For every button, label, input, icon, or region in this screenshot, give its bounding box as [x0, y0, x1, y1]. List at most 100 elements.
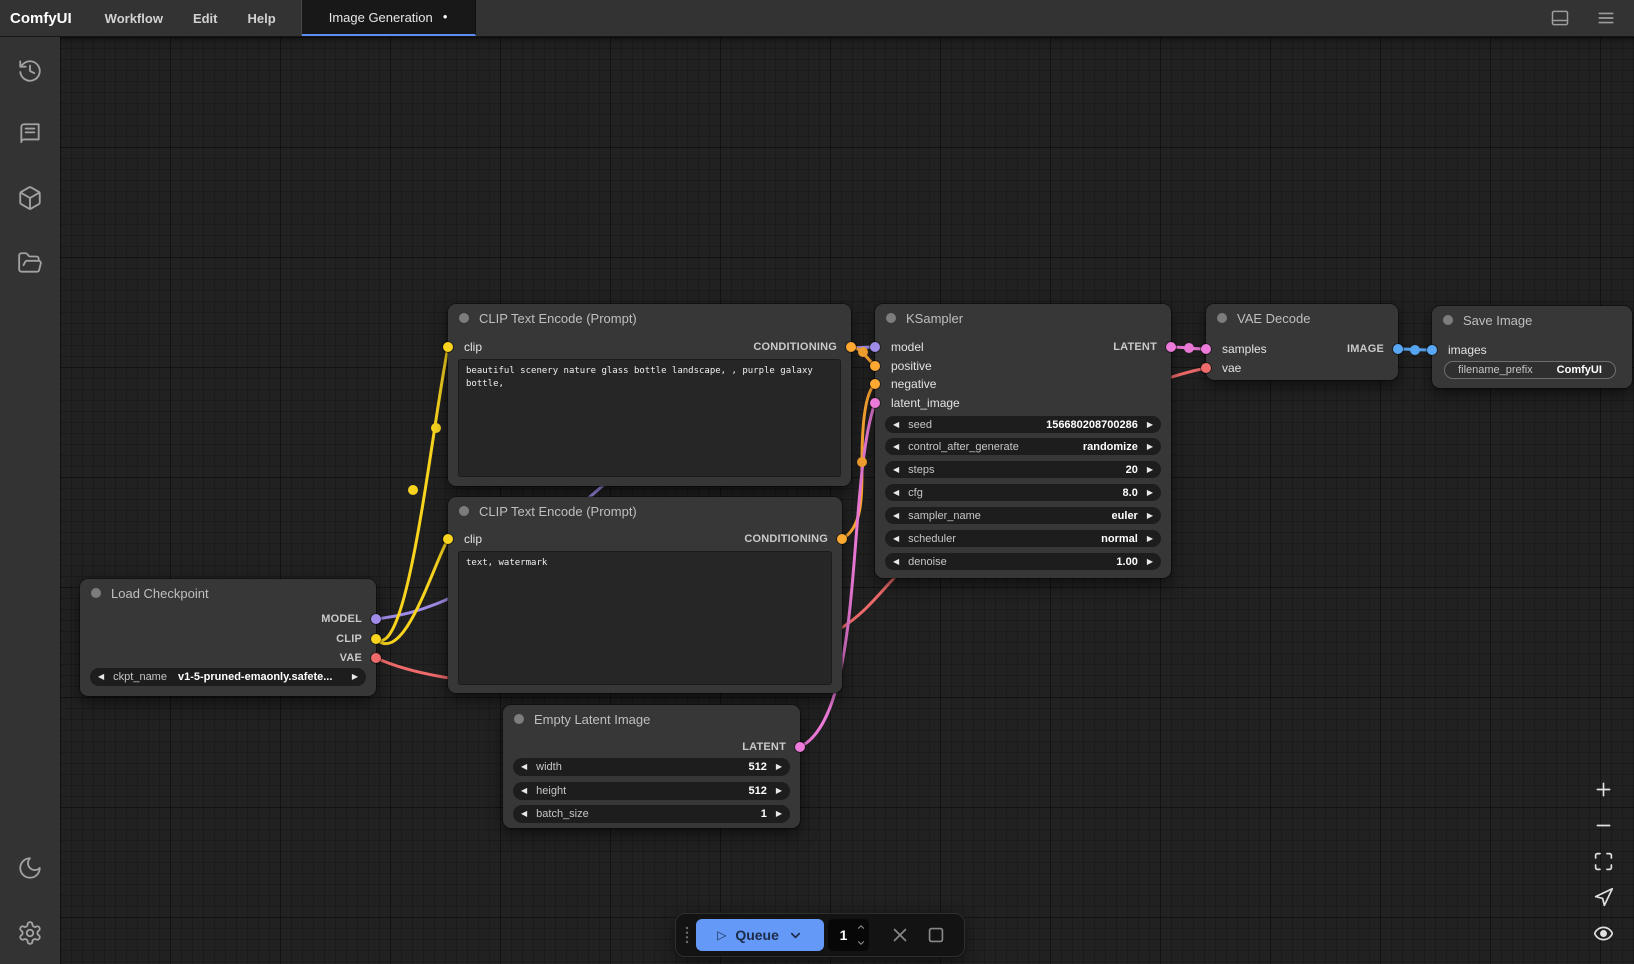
output-pin-conditioning[interactable] [846, 342, 856, 352]
widget-value[interactable]: 1 [761, 808, 767, 820]
input-pin-vae[interactable] [1201, 363, 1211, 373]
bottom-panel-icon[interactable] [1550, 8, 1570, 28]
prompt-textarea[interactable]: beautiful scenery nature glass bottle la… [458, 359, 841, 477]
node-library-icon[interactable] [17, 121, 43, 147]
prev-value-icon[interactable]: ◀ [893, 443, 899, 451]
next-value-icon[interactable]: ▶ [1147, 489, 1153, 497]
output-pin-vae[interactable] [371, 653, 381, 663]
fit-view-icon[interactable] [1593, 851, 1614, 872]
next-value-icon[interactable]: ▶ [776, 763, 782, 771]
zoom-out-icon[interactable] [1593, 815, 1614, 836]
node-header[interactable]: CLIP Text Encode (Prompt) [448, 497, 842, 525]
toggle-link-visibility-eye-icon[interactable] [1593, 923, 1614, 944]
chevron-down-icon[interactable] [788, 928, 803, 943]
node-load-checkpoint[interactable]: Load Checkpoint MODEL CLIP VAE ◀ ckpt_na… [80, 579, 376, 696]
output-pin-model[interactable] [371, 614, 381, 624]
menu-workflow[interactable]: Workflow [90, 0, 178, 36]
prev-value-icon[interactable]: ◀ [98, 673, 104, 681]
stepper-up-icon[interactable] [856, 922, 866, 932]
prev-value-icon[interactable]: ◀ [893, 466, 899, 474]
next-value-icon[interactable]: ▶ [352, 673, 358, 681]
prev-value-icon[interactable]: ◀ [521, 763, 527, 771]
widget-scheduler[interactable]: ◀ scheduler normal ▶ [885, 530, 1161, 547]
widget-cfg[interactable]: ◀ cfg 8.0 ▶ [885, 484, 1161, 501]
prev-value-icon[interactable]: ◀ [893, 512, 899, 520]
node-header[interactable]: CLIP Text Encode (Prompt) [448, 304, 851, 332]
clear-queue-icon[interactable] [889, 924, 911, 946]
widget-seed[interactable]: ◀ seed 156680208700286 ▶ [885, 416, 1161, 433]
node-canvas[interactable] [60, 37, 1634, 964]
next-value-icon[interactable]: ▶ [776, 810, 782, 818]
next-value-icon[interactable]: ▶ [1147, 421, 1153, 429]
zoom-in-icon[interactable] [1593, 779, 1614, 800]
widget-value[interactable]: 512 [748, 761, 766, 773]
next-value-icon[interactable]: ▶ [1147, 512, 1153, 520]
next-value-icon[interactable]: ▶ [1147, 535, 1153, 543]
node-header[interactable]: Empty Latent Image [503, 705, 800, 733]
next-value-icon[interactable]: ▶ [776, 787, 782, 795]
input-pin-clip[interactable] [443, 534, 453, 544]
prev-value-icon[interactable]: ◀ [893, 535, 899, 543]
menu-help[interactable]: Help [233, 0, 291, 36]
queue-button[interactable]: ▷ Queue [696, 919, 824, 951]
widget-sampler-name[interactable]: ◀ sampler_name euler ▶ [885, 507, 1161, 524]
widget-control-after-generate[interactable]: ◀ control_after_generate randomize ▶ [885, 438, 1161, 455]
widget-value[interactable]: 1.00 [1116, 556, 1137, 568]
workflow-history-icon[interactable] [17, 58, 43, 84]
tab-image-generation[interactable]: Image Generation ● [302, 0, 476, 36]
widget-value[interactable]: 512 [748, 785, 766, 797]
input-pin-samples[interactable] [1201, 344, 1211, 354]
input-pin-latent-image[interactable] [870, 398, 880, 408]
node-clip-text-encode-positive[interactable]: CLIP Text Encode (Prompt) clip CONDITION… [448, 304, 851, 486]
node-ksampler[interactable]: KSampler model positive negative latent_… [875, 304, 1171, 578]
batch-count-input[interactable]: 1 [828, 919, 869, 951]
widget-value[interactable]: normal [1101, 533, 1138, 545]
node-empty-latent-image[interactable]: Empty Latent Image LATENT ◀ width 512 ▶ … [503, 705, 800, 828]
widget-value[interactable]: ComfyUI [1557, 364, 1602, 376]
menu-edit[interactable]: Edit [178, 0, 233, 36]
prev-value-icon[interactable]: ◀ [893, 558, 899, 566]
prompt-textarea[interactable]: text, watermark [458, 551, 832, 685]
output-pin-latent[interactable] [1166, 342, 1176, 352]
widget-steps[interactable]: ◀ steps 20 ▶ [885, 461, 1161, 478]
input-pin-clip[interactable] [443, 342, 453, 352]
widget-height[interactable]: ◀ height 512 ▶ [513, 782, 790, 800]
drag-handle-icon[interactable] [680, 923, 694, 947]
input-pin-negative[interactable] [870, 379, 880, 389]
input-pin-images[interactable] [1427, 345, 1437, 355]
widget-value[interactable]: 20 [1126, 464, 1138, 476]
stepper-down-icon[interactable] [856, 938, 866, 948]
next-value-icon[interactable]: ▶ [1147, 558, 1153, 566]
node-header[interactable]: VAE Decode [1206, 304, 1398, 332]
model-library-icon[interactable] [17, 185, 43, 211]
widget-filename-prefix[interactable]: filename_prefix ComfyUI [1444, 361, 1616, 379]
theme-toggle-moon-icon[interactable] [17, 855, 43, 881]
widget-value[interactable]: 156680208700286 [1046, 419, 1138, 431]
prev-value-icon[interactable]: ◀ [893, 421, 899, 429]
hamburger-menu-icon[interactable] [1596, 8, 1616, 28]
widget-width[interactable]: ◀ width 512 ▶ [513, 758, 790, 776]
node-header[interactable]: Load Checkpoint [80, 579, 376, 607]
output-pin-conditioning[interactable] [837, 534, 847, 544]
next-value-icon[interactable]: ▶ [1147, 443, 1153, 451]
widget-ckpt-name[interactable]: ◀ ckpt_name v1-5-pruned-emaonly.safete..… [90, 668, 366, 686]
widget-denoise[interactable]: ◀ denoise 1.00 ▶ [885, 553, 1161, 570]
widget-value[interactable]: v1-5-pruned-emaonly.safete... [178, 671, 343, 683]
node-header[interactable]: Save Image [1432, 306, 1632, 334]
widget-value[interactable]: euler [1112, 510, 1138, 522]
node-clip-text-encode-negative[interactable]: CLIP Text Encode (Prompt) clip CONDITION… [448, 497, 842, 693]
stop-icon[interactable] [925, 924, 947, 946]
settings-gear-icon[interactable] [17, 920, 43, 946]
workflows-folder-icon[interactable] [17, 250, 43, 276]
output-pin-latent[interactable] [795, 742, 805, 752]
prev-value-icon[interactable]: ◀ [521, 810, 527, 818]
input-pin-positive[interactable] [870, 361, 880, 371]
input-pin-model[interactable] [870, 342, 880, 352]
app-logo[interactable]: ComfyUI [0, 0, 90, 36]
widget-batch-size[interactable]: ◀ batch_size 1 ▶ [513, 805, 790, 823]
next-value-icon[interactable]: ▶ [1147, 466, 1153, 474]
prev-value-icon[interactable]: ◀ [893, 489, 899, 497]
output-pin-image[interactable] [1393, 344, 1403, 354]
widget-value[interactable]: 8.0 [1123, 487, 1138, 499]
output-pin-clip[interactable] [371, 634, 381, 644]
